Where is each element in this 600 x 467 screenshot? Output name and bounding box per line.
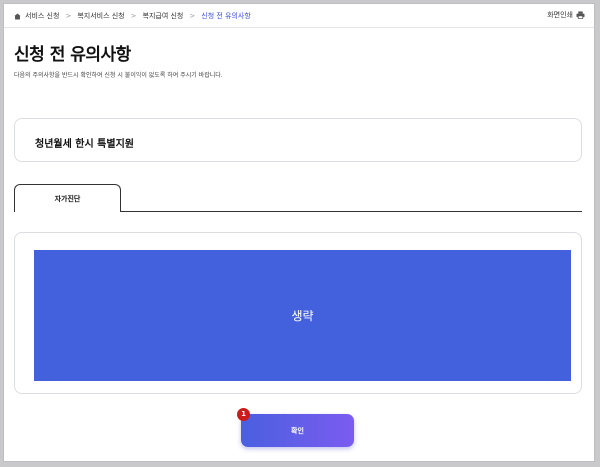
step-badge: 1	[237, 408, 250, 421]
program-name: 청년월세 한시 특별지원	[35, 139, 134, 150]
placeholder-text: 생략	[291, 309, 314, 323]
tab-self-diagnosis[interactable]: 자가진단	[14, 184, 121, 212]
breadcrumb-item-current: 신청 전 유의사항	[201, 12, 251, 20]
breadcrumb-separator: >	[189, 12, 196, 20]
program-card: 청년월세 한시 특별지원	[14, 118, 582, 162]
content-card: 생략	[14, 232, 582, 394]
breadcrumb: 서비스 신청 > 복지서비스 신청 > 복지급여 신청 > 신청 전 유의사항	[14, 11, 251, 21]
confirm-button[interactable]: 확인	[241, 414, 354, 447]
page-subtitle: 다음의 주의사항을 반드시 확인하여 신청 시 불이익이 없도록 하여 주시기 …	[14, 72, 223, 79]
breadcrumb-item-welfare-benefit[interactable]: 복지급여 신청	[143, 11, 184, 21]
breadcrumb-separator: >	[130, 12, 137, 20]
content-placeholder: 생략	[34, 250, 571, 381]
printer-icon	[576, 11, 585, 19]
breadcrumb-item-service-apply[interactable]: 서비스 신청	[25, 11, 59, 21]
print-button[interactable]: 화면인쇄	[547, 10, 585, 20]
top-bar: 서비스 신청 > 복지서비스 신청 > 복지급여 신청 > 신청 전 유의사항 …	[4, 4, 594, 28]
print-label: 화면인쇄	[547, 11, 573, 19]
breadcrumb-item-welfare-service[interactable]: 복지서비스 신청	[77, 11, 124, 21]
home-icon[interactable]	[14, 13, 21, 20]
breadcrumb-separator: >	[65, 12, 72, 20]
page-title: 신청 전 유의사항	[14, 45, 131, 65]
browser-frame: 서비스 신청 > 복지서비스 신청 > 복지급여 신청 > 신청 전 유의사항 …	[3, 3, 595, 462]
